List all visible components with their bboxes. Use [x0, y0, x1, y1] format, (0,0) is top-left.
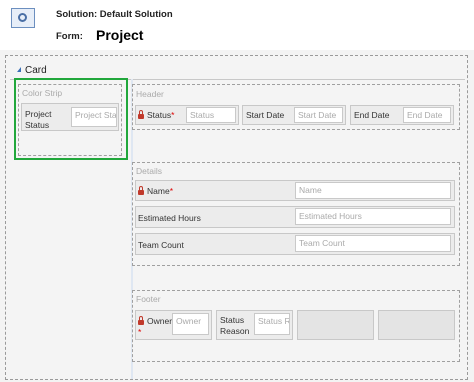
start-date-label: Start Date: [246, 110, 285, 120]
required-mark: *: [169, 186, 173, 196]
team-count-input[interactable]: Team Count: [295, 235, 451, 252]
collapse-triangle-icon[interactable]: [17, 67, 21, 72]
lock-icon: [138, 110, 144, 119]
form-editor-header: Solution: Default Solution Form: Project: [0, 0, 474, 50]
name-input[interactable]: Name: [295, 182, 451, 199]
status-reason-input[interactable]: Status R: [254, 313, 290, 335]
header-status-text: Status: [147, 110, 172, 120]
estimated-hours-input[interactable]: Estimated Hours: [295, 208, 451, 225]
owner-label-text: Owner: [147, 316, 173, 326]
details-section-title: Details: [136, 166, 162, 176]
required-mark: *: [138, 327, 142, 337]
team-count-label: Team Count: [138, 240, 184, 250]
empty-footer-cell[interactable]: [297, 310, 374, 340]
owner-label: Owner *: [138, 316, 172, 338]
header-status-label: Status*: [138, 110, 174, 120]
solution-label: Solution: Default Solution: [56, 9, 173, 20]
owner-input[interactable]: Owner: [172, 313, 209, 335]
end-date-label: End Date: [354, 110, 390, 120]
form-name: Project: [96, 27, 144, 43]
tab-card[interactable]: Card: [17, 65, 47, 76]
required-mark: *: [171, 110, 175, 120]
header-status-input[interactable]: Status: [186, 107, 236, 123]
selected-section-highlight: [14, 78, 128, 160]
form-designer-icon: [11, 8, 35, 28]
status-reason-line2: Reason: [220, 326, 250, 336]
start-date-input[interactable]: Start Date: [294, 107, 343, 123]
end-date-input[interactable]: End Date: [403, 107, 451, 123]
tab-title-label: Card: [25, 65, 47, 76]
lock-icon: [138, 186, 144, 195]
form-label: Form:: [56, 31, 83, 42]
footer-section-title: Footer: [136, 294, 161, 304]
empty-footer-cell[interactable]: [378, 310, 455, 340]
estimated-hours-label: Estimated Hours: [138, 213, 201, 223]
status-reason-line1: Status: [220, 315, 245, 325]
name-label-text: Name: [147, 186, 170, 196]
header-section-title: Header: [136, 89, 164, 99]
gear-icon: [18, 13, 27, 22]
status-reason-label: Status Reason: [220, 315, 249, 337]
name-label: Name*: [138, 186, 173, 196]
lock-icon: [138, 316, 144, 325]
